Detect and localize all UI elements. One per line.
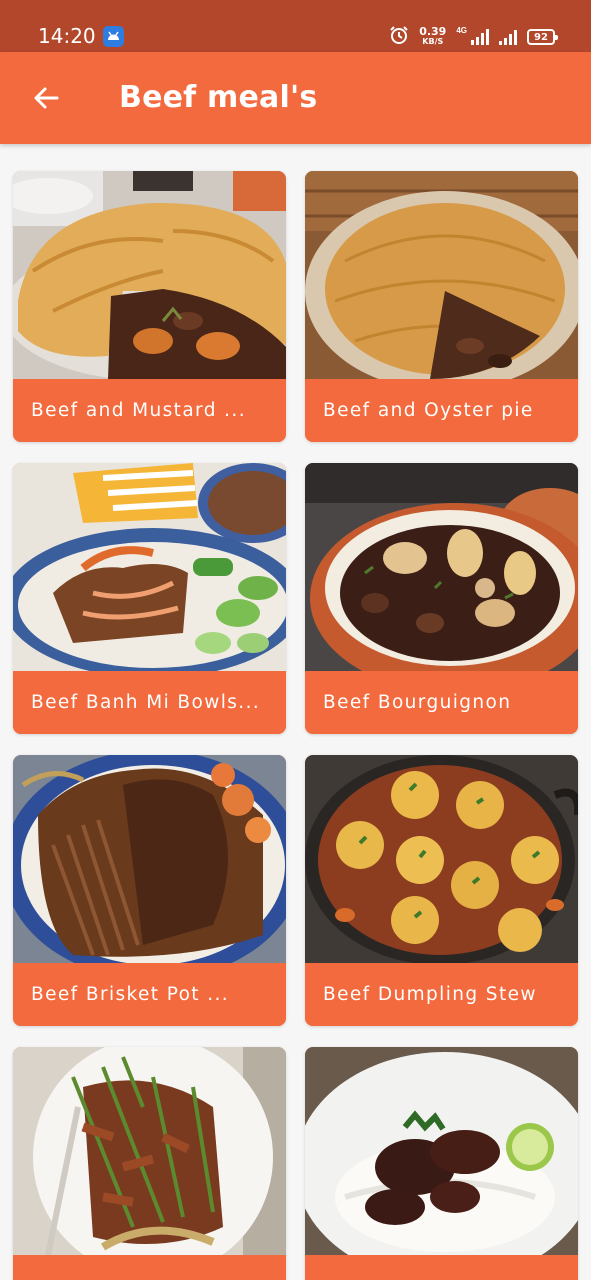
net-speed-unit: KB/S	[422, 37, 444, 46]
meal-card-title	[305, 1255, 578, 1280]
meal-card[interactable]: Beef and Mustard ...	[13, 171, 286, 442]
meal-card[interactable]: Beef Brisket Pot ...	[13, 755, 286, 1026]
meal-card-title: Beef and Oyster pie	[305, 379, 578, 442]
app-notification-icon	[103, 26, 124, 47]
alarm-icon	[389, 25, 409, 50]
brisket-photo	[13, 755, 286, 963]
meal-card[interactable]: Beef Bourguignon	[305, 463, 578, 734]
status-bar: 14:20 0.39 KB/S 4G 92	[0, 0, 591, 52]
network-type: 4G	[456, 26, 467, 35]
net-speed: 0.39 KB/S	[419, 25, 447, 47]
battery-icon: 92	[527, 29, 558, 45]
status-icons: 0.39 KB/S 4G 92	[389, 25, 558, 50]
meal-card-title: Beef and Mustard ...	[13, 379, 286, 442]
status-time: 14:20	[38, 24, 96, 48]
stir-fry-photo	[13, 1047, 286, 1255]
meal-card-title: Beef Banh Mi Bowls...	[13, 671, 286, 734]
beef-rice-photo	[305, 1047, 578, 1255]
meal-card[interactable]	[13, 1047, 286, 1280]
meal-card-title: Beef Dumpling Stew	[305, 963, 578, 1026]
battery-level: 92	[534, 31, 548, 43]
back-button[interactable]	[26, 78, 66, 118]
meal-card[interactable]: Beef and Oyster pie	[305, 171, 578, 442]
meal-card-title: Beef Brisket Pot ...	[13, 963, 286, 1026]
page-title: Beef meal's	[119, 80, 318, 115]
bourguignon-photo	[305, 463, 578, 671]
app-bar: Beef meal's	[0, 52, 591, 144]
beef-pie-photo	[13, 171, 286, 379]
meal-card-title	[13, 1255, 286, 1280]
oyster-pie-photo	[305, 171, 578, 379]
meal-card[interactable]	[305, 1047, 578, 1280]
signal-icon	[471, 29, 489, 45]
meal-card[interactable]: Beef Banh Mi Bowls...	[13, 463, 286, 734]
dumpling-stew-photo	[305, 755, 578, 963]
net-speed-value: 0.39	[419, 25, 447, 38]
signal-icon-2	[499, 29, 517, 45]
meal-card-title: Beef Bourguignon	[305, 671, 578, 734]
meal-card[interactable]: Beef Dumpling Stew	[305, 755, 578, 1026]
arrow-left-icon	[34, 87, 59, 109]
meal-grid: Beef and Mustard ... Beef and Oyster pie	[13, 171, 578, 1280]
banh-mi-bowl-photo	[13, 463, 286, 671]
